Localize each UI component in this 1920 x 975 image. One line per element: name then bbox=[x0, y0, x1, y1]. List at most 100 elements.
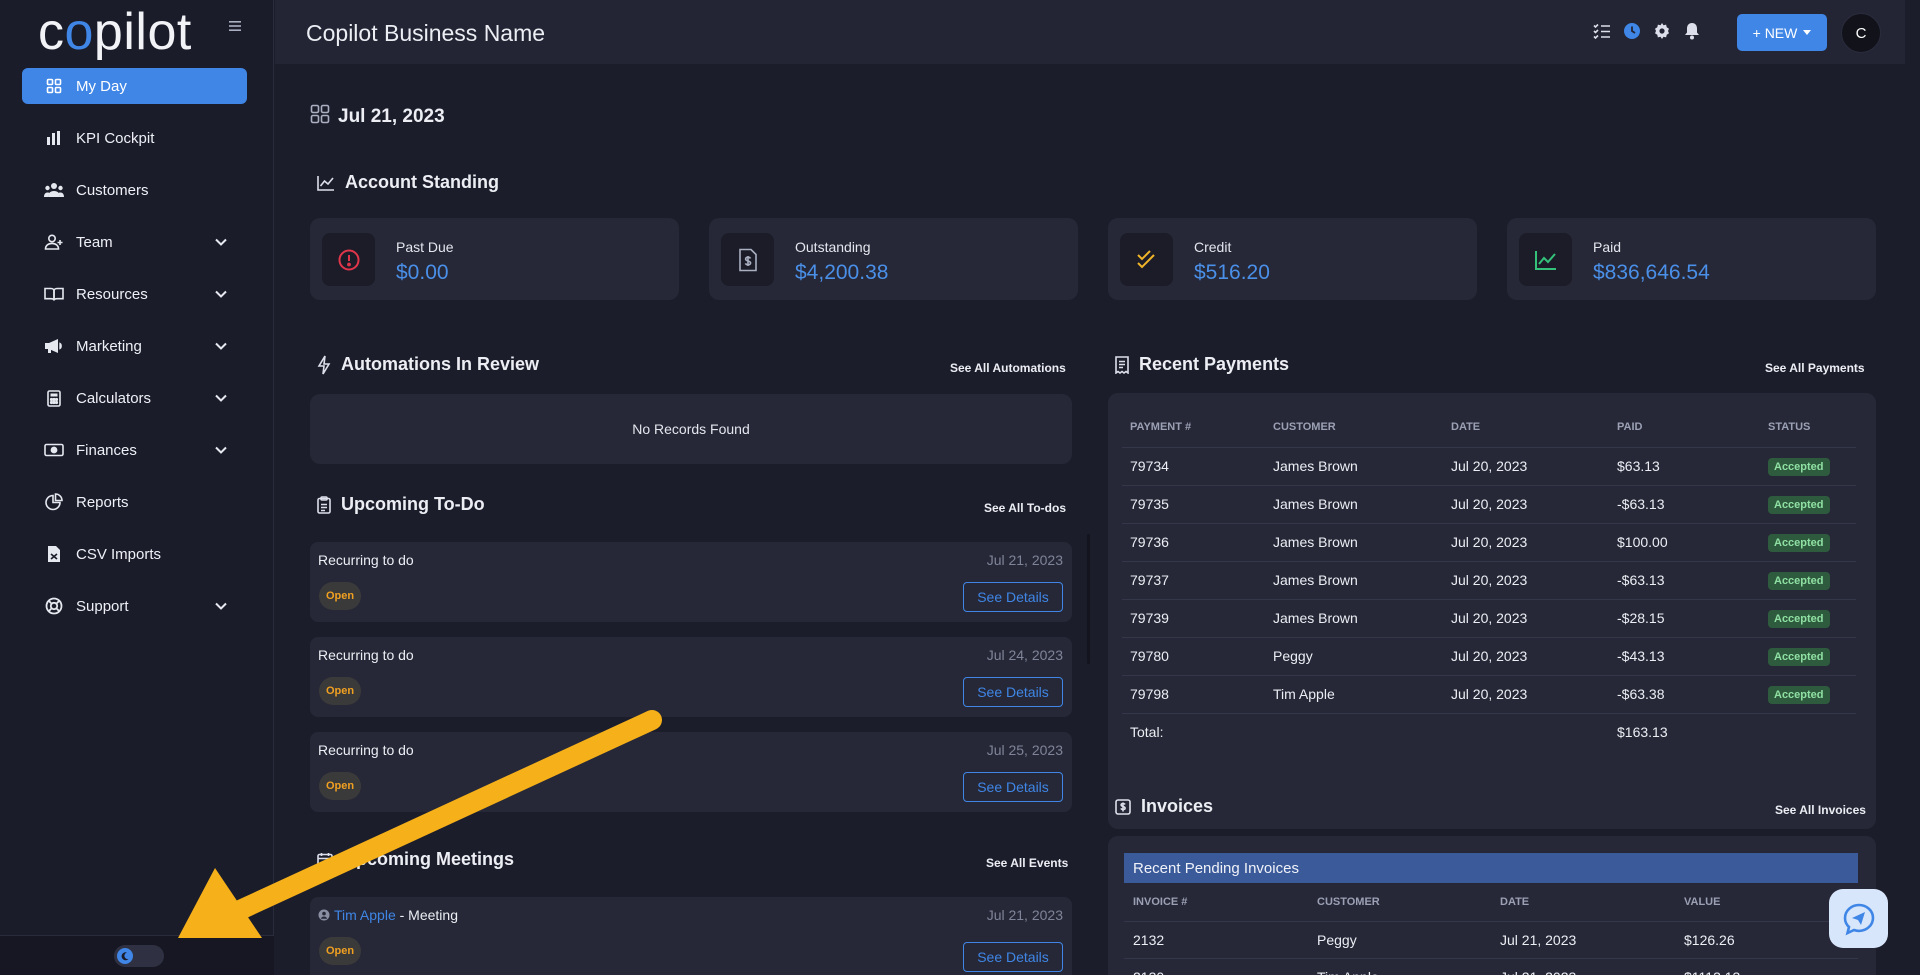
table-row[interactable]: 79737 James Brown Jul 20, 2023 -$63.13 Accep… bbox=[1122, 560, 1856, 599]
payment-status: Accepted bbox=[1760, 674, 1856, 713]
sidebar-item-label: Team bbox=[76, 233, 113, 251]
meeting-title: Tim Apple - Meeting bbox=[318, 907, 458, 923]
payment-id: 79735 bbox=[1122, 484, 1265, 523]
table-row[interactable]: 79736 James Brown Jul 20, 2023 $100.00 Accep… bbox=[1122, 522, 1856, 561]
page-scrollbar[interactable] bbox=[1905, 0, 1920, 975]
lightning-icon bbox=[317, 355, 331, 375]
clock-icon[interactable] bbox=[1622, 21, 1642, 41]
table-row[interactable]: 79739 James Brown Jul 20, 2023 -$28.15 Accep… bbox=[1122, 598, 1856, 637]
page-date-heading: Jul 21, 2023 bbox=[310, 104, 445, 130]
column-header[interactable]: PAID bbox=[1609, 407, 1760, 447]
copilot-logo[interactable]: copilot bbox=[38, 2, 192, 62]
sidebar-nav: My Day KPI Cockpit Customers Team Resour… bbox=[22, 68, 247, 640]
dark-mode-toggle[interactable] bbox=[114, 945, 164, 967]
invoices-table: INVOICE # CUSTOMER DATE VALUE 2132 Peggy J… bbox=[1124, 883, 1858, 975]
table-row[interactable]: 79798 Tim Apple Jul 20, 2023 -$63.38 Accepte… bbox=[1122, 674, 1856, 713]
sidebar-item-team[interactable]: Team bbox=[22, 224, 247, 260]
invoices-card: Recent Pending Invoices INVOICE # CUSTOM… bbox=[1108, 836, 1876, 975]
invoice-value: $1113.13 bbox=[1675, 957, 1858, 975]
chevron-down-icon[interactable] bbox=[211, 440, 231, 460]
chevron-down-icon[interactable] bbox=[211, 596, 231, 616]
payment-id: 79737 bbox=[1122, 560, 1265, 599]
sidebar-item-customers[interactable]: Customers bbox=[22, 172, 247, 208]
checklist-icon[interactable] bbox=[1592, 21, 1612, 41]
see-all-invoices-link[interactable]: See All Invoices bbox=[1775, 803, 1866, 817]
payment-customer: James Brown bbox=[1265, 560, 1443, 599]
see-all-automations-link[interactable]: See All Automations bbox=[950, 361, 1066, 375]
bell-icon[interactable] bbox=[1682, 21, 1702, 41]
meeting-suffix: - Meeting bbox=[395, 907, 458, 923]
status-badge: Accepted bbox=[1768, 647, 1830, 666]
chevron-down-icon[interactable] bbox=[211, 232, 231, 252]
see-details-button[interactable]: See Details bbox=[963, 582, 1063, 612]
stat-label: Paid bbox=[1593, 239, 1622, 255]
sidebar-item-label: Reports bbox=[76, 493, 129, 511]
chevron-down-icon[interactable] bbox=[211, 336, 231, 356]
column-header[interactable]: DATE bbox=[1491, 883, 1675, 921]
sidebar-item-kpi-cockpit[interactable]: KPI Cockpit bbox=[22, 120, 247, 156]
new-button[interactable]: + NEW bbox=[1737, 14, 1827, 51]
sidebar-item-finances[interactable]: Finances bbox=[22, 432, 247, 468]
todo-item[interactable]: Recurring to do Jul 21, 2023 Open See De… bbox=[310, 542, 1072, 622]
see-details-button[interactable]: See Details bbox=[963, 772, 1063, 802]
table-row[interactable]: 2130Tim AppleJul 21, 2023$1113.13 bbox=[1124, 957, 1858, 975]
status-badge: Accepted bbox=[1768, 457, 1830, 476]
column-header[interactable]: STATUS bbox=[1760, 407, 1856, 447]
column-header[interactable]: PAYMENT # bbox=[1122, 407, 1265, 447]
see-all-events-link[interactable]: See All Events bbox=[986, 856, 1068, 870]
status-badge: Accepted bbox=[1768, 533, 1830, 552]
table-row[interactable]: 2132 Peggy Jul 21, 2023 $126.26 bbox=[1124, 920, 1858, 958]
invoice-date: Jul 21, 2023 bbox=[1491, 920, 1675, 958]
gear-icon[interactable] bbox=[1652, 21, 1672, 41]
avatar[interactable]: C bbox=[1841, 13, 1881, 53]
todo-scrollbar[interactable] bbox=[1087, 534, 1090, 664]
sidebar-item-csv-imports[interactable]: CSV Imports bbox=[22, 536, 247, 572]
sidebar-item-label: My Day bbox=[76, 77, 127, 95]
column-header[interactable]: INVOICE # bbox=[1124, 883, 1308, 921]
sidebar-item-support[interactable]: Support bbox=[22, 588, 247, 624]
table-header-row: PAYMENT # CUSTOMER DATE PAID STATUS bbox=[1122, 407, 1856, 447]
todo-item[interactable]: Recurring to do Jul 24, 2023 Open See De… bbox=[310, 637, 1072, 717]
sidebar-item-marketing[interactable]: Marketing bbox=[22, 328, 247, 364]
todo-title: Recurring to do bbox=[318, 647, 414, 663]
moon-icon bbox=[117, 948, 133, 964]
stat-card-credit[interactable]: Credit $516.20 bbox=[1108, 218, 1477, 300]
column-header[interactable]: DATE bbox=[1443, 407, 1609, 447]
clipboard-icon bbox=[317, 495, 331, 514]
payment-status: Accepted bbox=[1760, 560, 1856, 599]
stat-card-outstanding[interactable]: Outstanding $4,200.38 bbox=[709, 218, 1078, 300]
payment-customer: James Brown bbox=[1265, 522, 1443, 561]
table-row[interactable]: 79735 James Brown Jul 20, 2023 -$63.13 Accep… bbox=[1122, 484, 1856, 523]
sidebar-item-reports[interactable]: Reports bbox=[22, 484, 247, 520]
stat-card-paid[interactable]: Paid $836,646.54 bbox=[1507, 218, 1876, 300]
table-row[interactable]: 79780 Peggy Jul 20, 2023 -$43.13 Accepted bbox=[1122, 636, 1856, 675]
meeting-person-link[interactable]: Tim Apple bbox=[334, 907, 396, 923]
todo-item[interactable]: Recurring to do Jul 25, 2023 Open See De… bbox=[310, 732, 1072, 812]
meeting-item[interactable]: Tim Apple - Meeting Jul 21, 2023 Open Se… bbox=[310, 897, 1072, 975]
payment-customer: James Brown bbox=[1265, 446, 1443, 485]
sidebar-item-calculators[interactable]: Calculators bbox=[22, 380, 247, 416]
sidebar-item-resources[interactable]: Resources bbox=[22, 276, 247, 312]
invoice-date: Jul 21, 2023 bbox=[1491, 957, 1675, 975]
see-all-payments-link[interactable]: See All Payments bbox=[1765, 361, 1865, 375]
stat-value: $0.00 bbox=[396, 261, 449, 284]
money-icon bbox=[44, 440, 64, 460]
sidebar: copilot My Day KPI Cockpit Customers Tea… bbox=[0, 0, 274, 975]
payment-status: Accepted bbox=[1760, 636, 1856, 675]
payment-id: 79736 bbox=[1122, 522, 1265, 561]
calendar-icon bbox=[317, 852, 333, 868]
see-details-button[interactable]: See Details bbox=[963, 942, 1063, 972]
see-details-button[interactable]: See Details bbox=[963, 677, 1063, 707]
invoices-heading: Invoices bbox=[1115, 796, 1213, 817]
chevron-down-icon[interactable] bbox=[211, 388, 231, 408]
stat-card-past-due[interactable]: Past Due $0.00 bbox=[310, 218, 679, 300]
chevron-down-icon[interactable] bbox=[211, 284, 231, 304]
see-all-todos-link[interactable]: See All To-dos bbox=[984, 501, 1066, 515]
table-row[interactable]: 79734 James Brown Jul 20, 2023 $63.13 Accept… bbox=[1122, 446, 1856, 485]
menu-toggle-icon[interactable] bbox=[228, 16, 242, 39]
column-header[interactable]: CUSTOMER bbox=[1308, 883, 1491, 921]
app-root: copilot My Day KPI Cockpit Customers Tea… bbox=[0, 0, 1920, 975]
chat-widget-button[interactable] bbox=[1829, 889, 1888, 948]
column-header[interactable]: CUSTOMER bbox=[1265, 407, 1443, 447]
sidebar-item-my-day[interactable]: My Day bbox=[22, 68, 247, 104]
